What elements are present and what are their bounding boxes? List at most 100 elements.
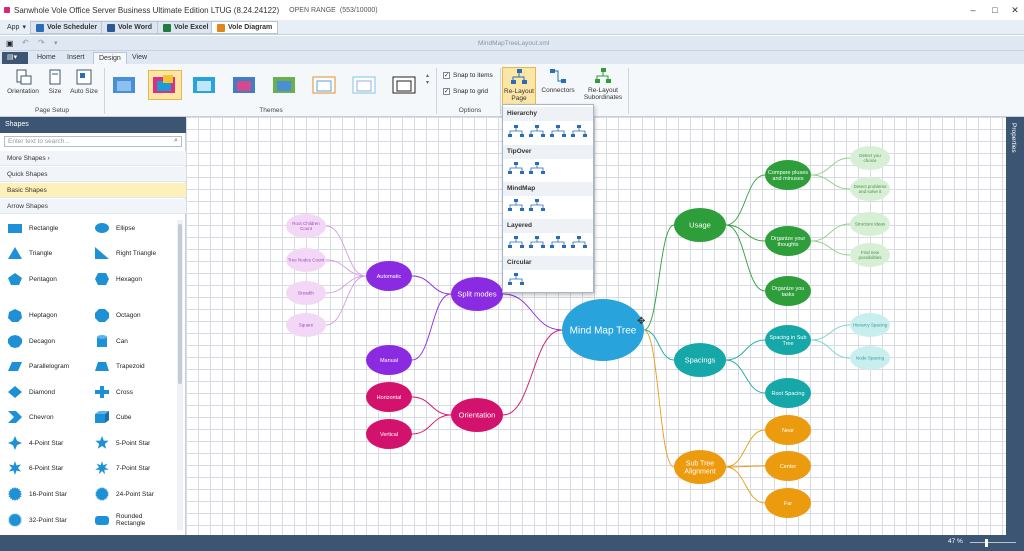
mindmap-layout-option-icon[interactable] [529, 199, 545, 211]
tab-home[interactable]: Home [32, 52, 61, 64]
mindmap-node[interactable]: Node Spacing [850, 346, 890, 370]
connector-line[interactable] [810, 339, 851, 359]
properties-panel-tab[interactable]: Properties [1006, 117, 1024, 535]
connector-line[interactable] [810, 157, 851, 176]
category-more-shapes[interactable]: More Shapes › [0, 151, 186, 166]
hierarchy-layout-option-icon[interactable] [529, 125, 545, 137]
auto-size-button[interactable]: Auto Size [68, 68, 100, 95]
connector-line[interactable] [325, 275, 367, 294]
mindmap-node[interactable]: Square [286, 313, 326, 337]
mindmap-node[interactable]: Find new possibilities [850, 243, 890, 267]
mindmap-node[interactable]: Sub Tree Alignment [674, 450, 726, 484]
hierarchy-layout-option-icon[interactable] [508, 125, 524, 137]
theme-7[interactable] [348, 70, 382, 100]
connector-line[interactable] [810, 324, 851, 341]
tab-view[interactable]: View [127, 52, 152, 64]
layered-layout-option-icon[interactable] [529, 236, 545, 248]
connector-line[interactable] [411, 396, 452, 416]
shape-item[interactable]: 5-Point Star [94, 436, 150, 450]
mindmap-node[interactable]: Spacings [674, 343, 726, 377]
shape-item[interactable]: Chevron [7, 410, 54, 424]
mindmap-node[interactable]: Root Spacing [765, 378, 811, 408]
mindmap-node[interactable]: Usage [674, 208, 726, 242]
relayout-page-button[interactable]: Re-Layout Page [502, 67, 536, 105]
customize-chevron-icon[interactable]: ▾ [54, 39, 58, 47]
mindmap-node[interactable]: Spacing in Sub Tree [765, 325, 811, 355]
mindmap-node[interactable]: Compare pluses and minuses [765, 160, 811, 190]
connector-line[interactable] [810, 223, 851, 242]
shape-item[interactable]: 16-Point Star [7, 487, 67, 501]
connector-line[interactable] [411, 275, 452, 295]
size-button[interactable]: Size [44, 68, 66, 95]
snap-to-items-checkbox[interactable]: ✓ Snap to items [443, 72, 493, 79]
theme-3[interactable] [188, 70, 222, 100]
connector-line[interactable] [502, 293, 563, 331]
file-menu-button[interactable]: ▤▾ [2, 52, 28, 64]
search-icon[interactable]: ⌕ [174, 137, 178, 145]
shape-item[interactable]: 24-Point Star [94, 487, 154, 501]
shape-item[interactable]: Cube [94, 410, 132, 424]
connector-line[interactable] [725, 359, 766, 394]
maximize-button[interactable]: □ [986, 3, 1004, 17]
layered-layout-option-icon[interactable] [571, 236, 587, 248]
connector-line[interactable] [725, 339, 766, 361]
tab-insert[interactable]: Insert [62, 52, 90, 64]
shape-list-scrollbar[interactable] [177, 220, 183, 530]
mindmap-node[interactable]: Organize your thoughts [765, 226, 811, 256]
mindmap-node[interactable]: Hierarcy Spacing [850, 313, 890, 337]
undo-icon[interactable]: ↶ [22, 38, 29, 47]
connector-line[interactable] [325, 259, 367, 277]
connector-line[interactable] [411, 414, 452, 435]
mindmap-node[interactable]: Near [765, 415, 811, 445]
redo-icon[interactable]: ↷ [38, 38, 45, 47]
shape-item[interactable]: Rounded Rectangle [94, 513, 156, 527]
mindmap-node[interactable]: Horizontal [366, 382, 412, 412]
theme-5[interactable] [268, 70, 302, 100]
connector-line[interactable] [725, 466, 766, 504]
theme-4[interactable] [228, 70, 262, 100]
connector-line[interactable] [643, 329, 675, 468]
mindmap-node[interactable]: Organize you tasks [765, 276, 811, 306]
app-menu[interactable]: App ▾ [2, 21, 31, 34]
snap-to-grid-checkbox[interactable]: ✓ Snap to grid [443, 88, 488, 95]
shape-item[interactable]: Triangle [7, 246, 52, 260]
theme-2[interactable] [148, 70, 182, 100]
themes-scroll-icon[interactable]: ▴ ▾ [426, 72, 429, 86]
tipover-layout-option-icon[interactable] [529, 162, 545, 174]
shape-item[interactable]: Trapezoid [94, 359, 145, 373]
connector-line[interactable] [810, 240, 851, 256]
layered-layout-option-icon[interactable] [550, 236, 566, 248]
hierarchy-layout-option-icon[interactable] [550, 125, 566, 137]
mindmap-node[interactable]: Center [765, 451, 811, 481]
mindmap-layout-option-icon[interactable] [508, 199, 524, 211]
scrollbar-thumb[interactable] [178, 224, 182, 384]
shape-item[interactable]: Parallelogram [7, 359, 69, 373]
mindmap-node[interactable]: Structure ideas [850, 212, 890, 236]
zoom-slider[interactable] [970, 542, 1016, 543]
shape-item[interactable]: 6-Point Star [7, 461, 63, 475]
category-basic-shapes[interactable]: Basic Shapes [0, 183, 186, 198]
connector-line[interactable] [643, 224, 675, 331]
shape-item[interactable]: Ellipse [94, 221, 135, 235]
diagram-canvas[interactable]: Mind Map Tree Usage Split modes Orientation… [186, 117, 1006, 535]
shape-item[interactable]: Decagon [7, 334, 55, 348]
shape-item[interactable]: Diamond [7, 385, 55, 399]
shape-item[interactable]: Right Triangle [94, 246, 156, 260]
category-arrow-shapes[interactable]: Arrow Shapes [0, 199, 186, 214]
shape-item[interactable]: Cross [94, 385, 133, 399]
theme-1[interactable] [108, 70, 142, 100]
shape-item[interactable]: Octagon [94, 308, 141, 322]
tab-vole-word[interactable]: Vole Word [101, 21, 158, 34]
mindmap-node[interactable]: Manual [366, 345, 412, 375]
mindmap-node[interactable]: Breadth [286, 281, 326, 305]
shape-item[interactable]: 32-Point Star [7, 513, 67, 527]
tab-vole-diagram[interactable]: Vole Diagram [211, 21, 279, 34]
shape-item[interactable]: Rectangle [7, 221, 58, 235]
connector-line[interactable] [411, 293, 452, 361]
connector-line[interactable] [725, 174, 766, 226]
mindmap-node[interactable]: Far [765, 488, 811, 518]
connector-line[interactable] [325, 275, 367, 326]
orientation-button[interactable]: Orientation [4, 68, 42, 95]
minimize-button[interactable]: – [964, 3, 982, 17]
shape-item[interactable]: 7-Point Star [94, 461, 150, 475]
